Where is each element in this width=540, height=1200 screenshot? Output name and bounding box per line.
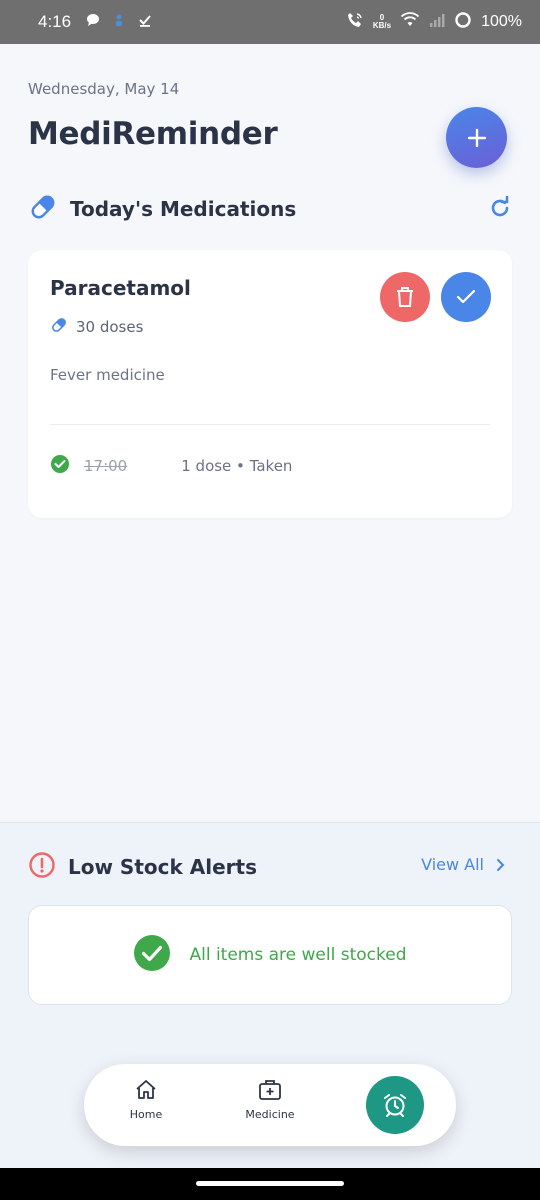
bottom-nav: Home Medicine (84, 1064, 456, 1146)
battery-ring-icon (454, 11, 472, 34)
person-icon (113, 12, 125, 33)
current-date: Wednesday, May 14 (28, 80, 180, 98)
medical-kit-icon (259, 1080, 281, 1100)
nav-reminders[interactable] (366, 1076, 424, 1134)
view-all-link[interactable]: View All (421, 855, 506, 874)
signal-icon (429, 12, 445, 33)
pill-icon (50, 316, 68, 338)
battery-percent: 100% (481, 13, 522, 30)
chat-bubble-icon (85, 12, 101, 33)
stock-status-card: All items are well stocked (28, 905, 512, 1005)
gesture-bar (0, 1168, 540, 1200)
view-all-label: View All (421, 855, 484, 874)
schedule-time: 17:00 (84, 457, 128, 475)
dose-count: 30 doses (50, 316, 143, 338)
delete-medication-button[interactable] (380, 272, 430, 322)
chevron-right-icon (497, 858, 505, 871)
schedule-status: 1 dose • Taken (181, 457, 293, 475)
stock-status-message: All items are well stocked (189, 945, 407, 965)
plus-icon (467, 128, 486, 147)
dose-count-label: 30 doses (76, 318, 144, 336)
check-circle-icon (133, 934, 171, 976)
divider (50, 424, 490, 425)
check-circle-icon (50, 454, 70, 478)
pill-icon (28, 192, 58, 226)
net-speed: 0 KB/s (372, 13, 392, 30)
page-title: MediReminder (28, 116, 278, 152)
refresh-icon (491, 195, 509, 217)
medication-card[interactable]: Paracetamol 30 doses Fever medicine 17:0… (28, 250, 512, 518)
low-stock-header: Low Stock Alerts View All (28, 851, 512, 883)
medication-description: Fever medicine (50, 366, 165, 384)
todays-medications-header: Today's Medications (28, 192, 512, 226)
refresh-button[interactable] (488, 195, 512, 224)
trash-icon (397, 287, 413, 307)
nav-medicine[interactable]: Medicine (240, 1078, 300, 1121)
alert-circle-icon (28, 851, 56, 883)
medication-name: Paracetamol (50, 276, 191, 300)
home-gesture-handle[interactable] (196, 1181, 344, 1186)
nav-home-label: Home (129, 1108, 163, 1121)
nav-medicine-label: Medicine (245, 1108, 295, 1121)
check-icon (456, 289, 476, 304)
mark-taken-button[interactable] (441, 272, 491, 322)
nav-home[interactable]: Home (124, 1078, 168, 1121)
status-time: 4:16 (38, 12, 72, 31)
status-bar: 4:16 0 KB/s 100% (0, 0, 540, 44)
low-stock-title: Low Stock Alerts (68, 855, 257, 879)
wifi-call-icon (346, 11, 364, 34)
schedule-row: 17:00 1 dose • Taken (50, 454, 292, 478)
wifi-icon (400, 11, 420, 33)
download-done-icon (137, 12, 153, 33)
section-title: Today's Medications (70, 197, 297, 221)
alarm-clock-icon (384, 1094, 406, 1117)
home-icon (136, 1080, 156, 1099)
add-medication-button[interactable] (446, 107, 507, 168)
